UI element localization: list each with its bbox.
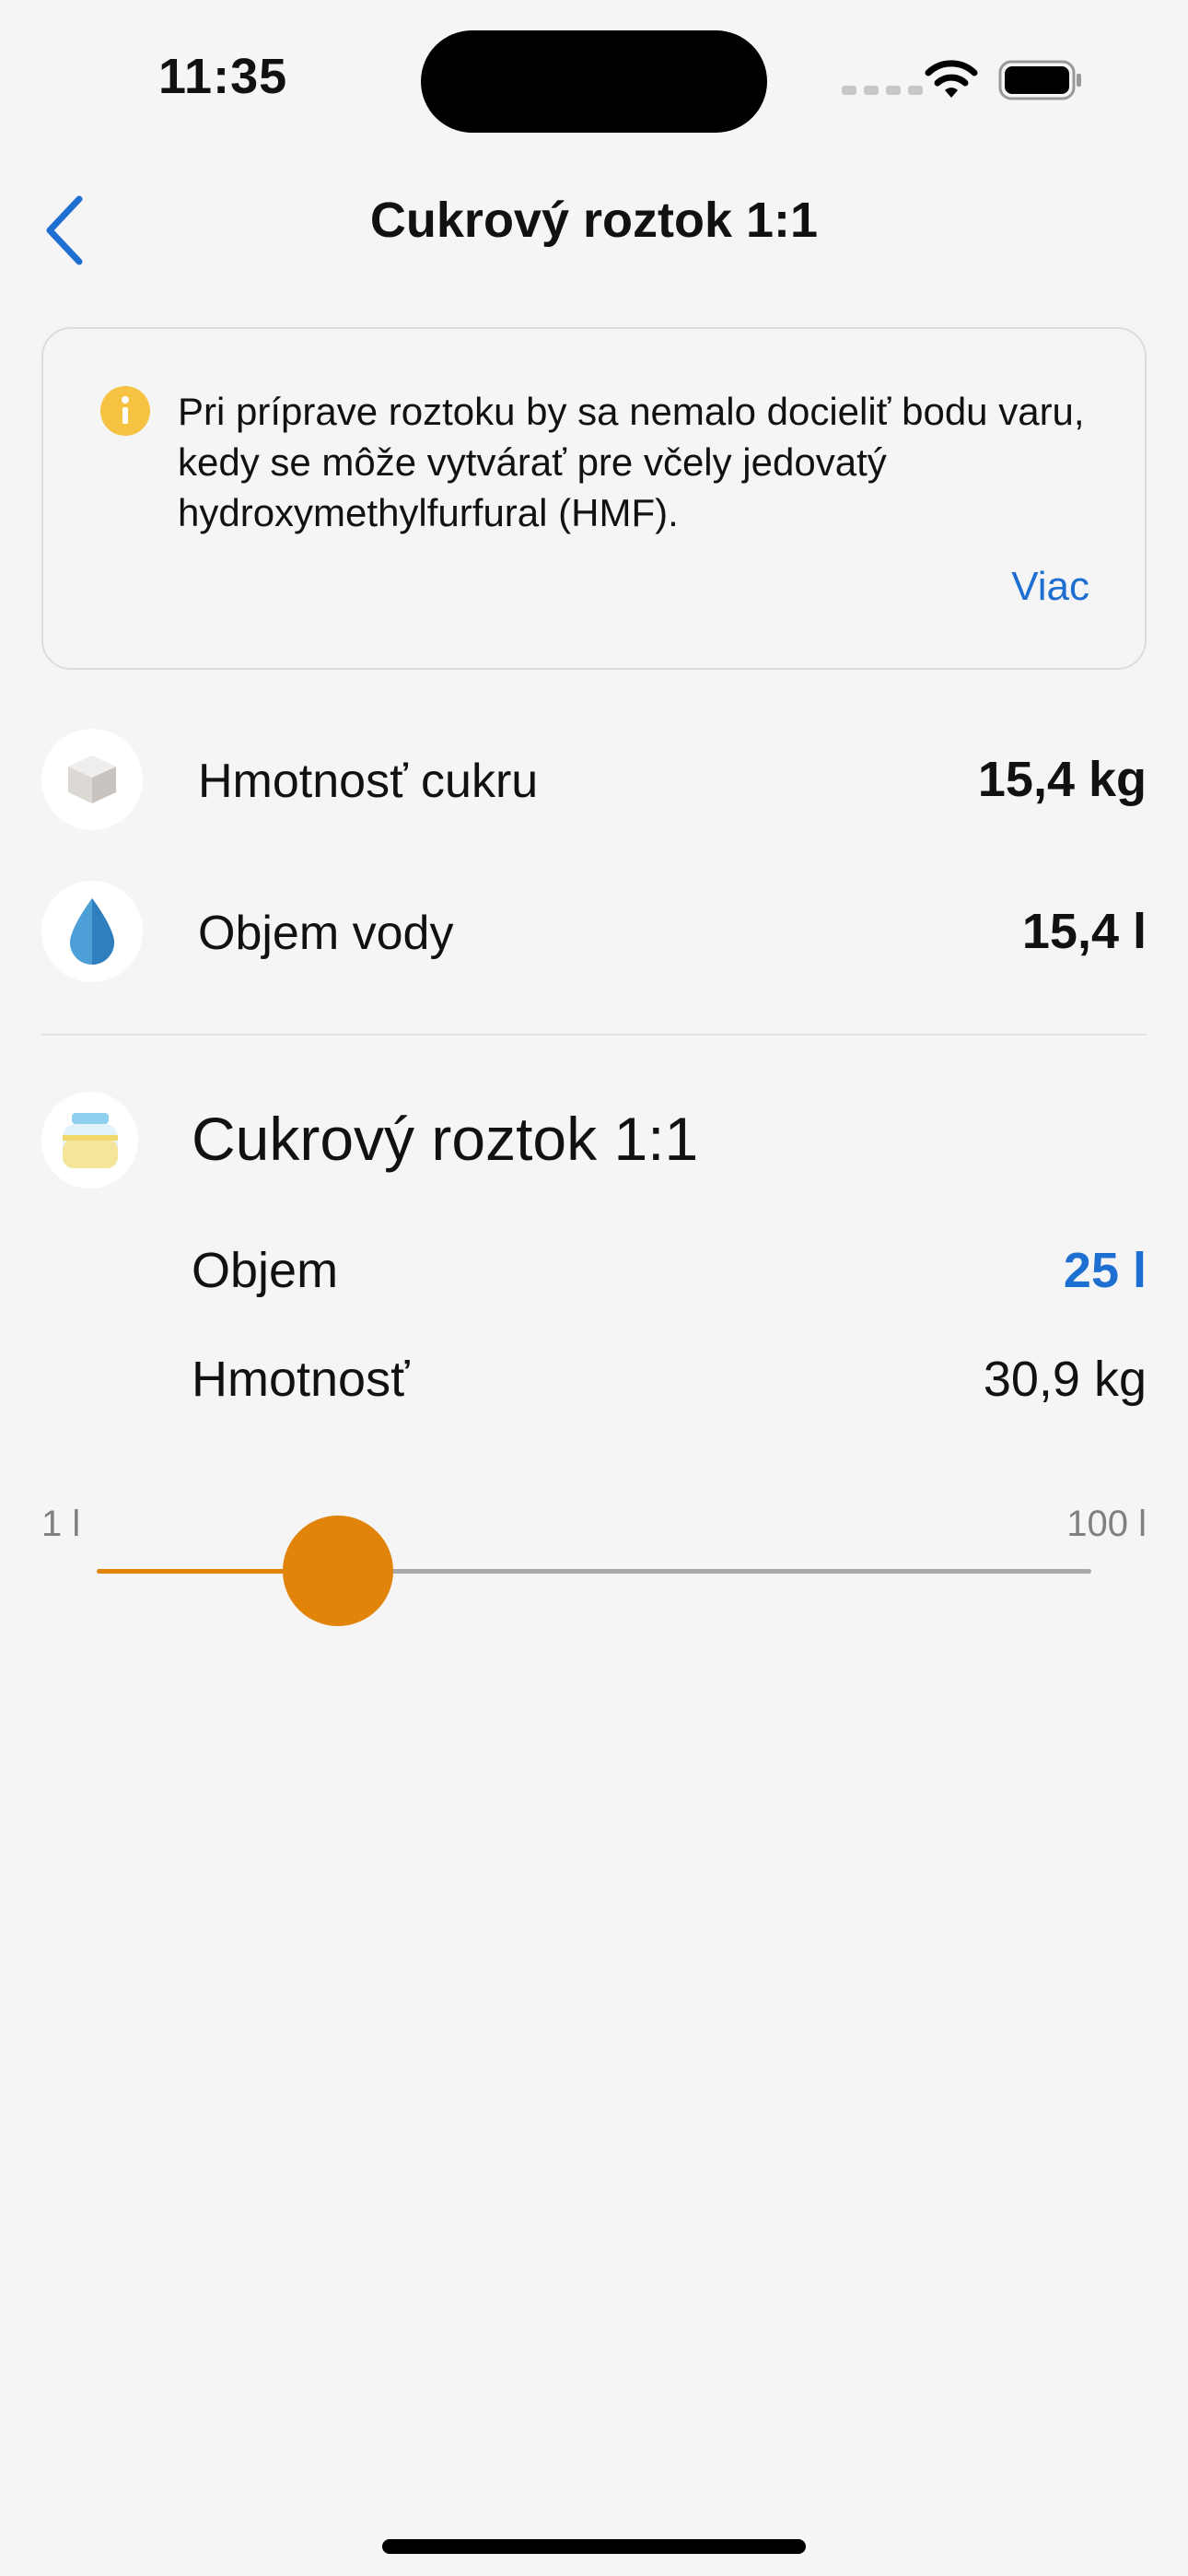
wifi-icon <box>925 60 978 98</box>
weight-label: Hmotnosť <box>192 1352 410 1407</box>
ingredient-row-water: Objem vody 15,4 l <box>41 881 1147 982</box>
slider-min-label: 1 l <box>41 1504 81 1544</box>
ingredient-label: Hmotnosť cukru <box>198 755 539 808</box>
sugar-cube-icon <box>41 729 143 830</box>
dynamic-island <box>421 30 767 133</box>
weight-value: 30,9 kg <box>983 1352 1147 1407</box>
page-title: Cukrový roztok 1:1 <box>369 193 819 248</box>
slider-thumb[interactable] <box>282 1516 393 1626</box>
volume-slider[interactable] <box>97 1516 1091 1626</box>
more-link[interactable]: Viac <box>1011 564 1089 610</box>
status-time: 11:35 <box>158 49 288 104</box>
solution-title: Cukrový roztok 1:1 <box>192 1105 699 1173</box>
cellular-signal-icon <box>842 86 923 95</box>
jar-icon <box>41 1092 138 1188</box>
ingredient-value: 15,4 kg <box>977 752 1147 807</box>
water-drop-icon <box>41 881 143 982</box>
info-icon <box>100 386 150 436</box>
home-indicator <box>382 2539 806 2554</box>
volume-label: Objem <box>192 1243 339 1298</box>
battery-icon <box>998 60 1081 100</box>
status-bar: 11:35 <box>0 0 1188 157</box>
ingredient-value: 15,4 l <box>1021 904 1147 959</box>
info-text: Pri príprave roztoku by sa nemalo dociel… <box>178 390 1085 534</box>
ingredient-label: Objem vody <box>198 907 454 960</box>
ingredient-row-sugar: Hmotnosť cukru 15,4 kg <box>41 729 1147 830</box>
volume-value[interactable]: 25 l <box>1064 1242 1147 1299</box>
divider <box>41 1034 1147 1036</box>
info-card: Pri príprave roztoku by sa nemalo dociel… <box>41 327 1147 670</box>
